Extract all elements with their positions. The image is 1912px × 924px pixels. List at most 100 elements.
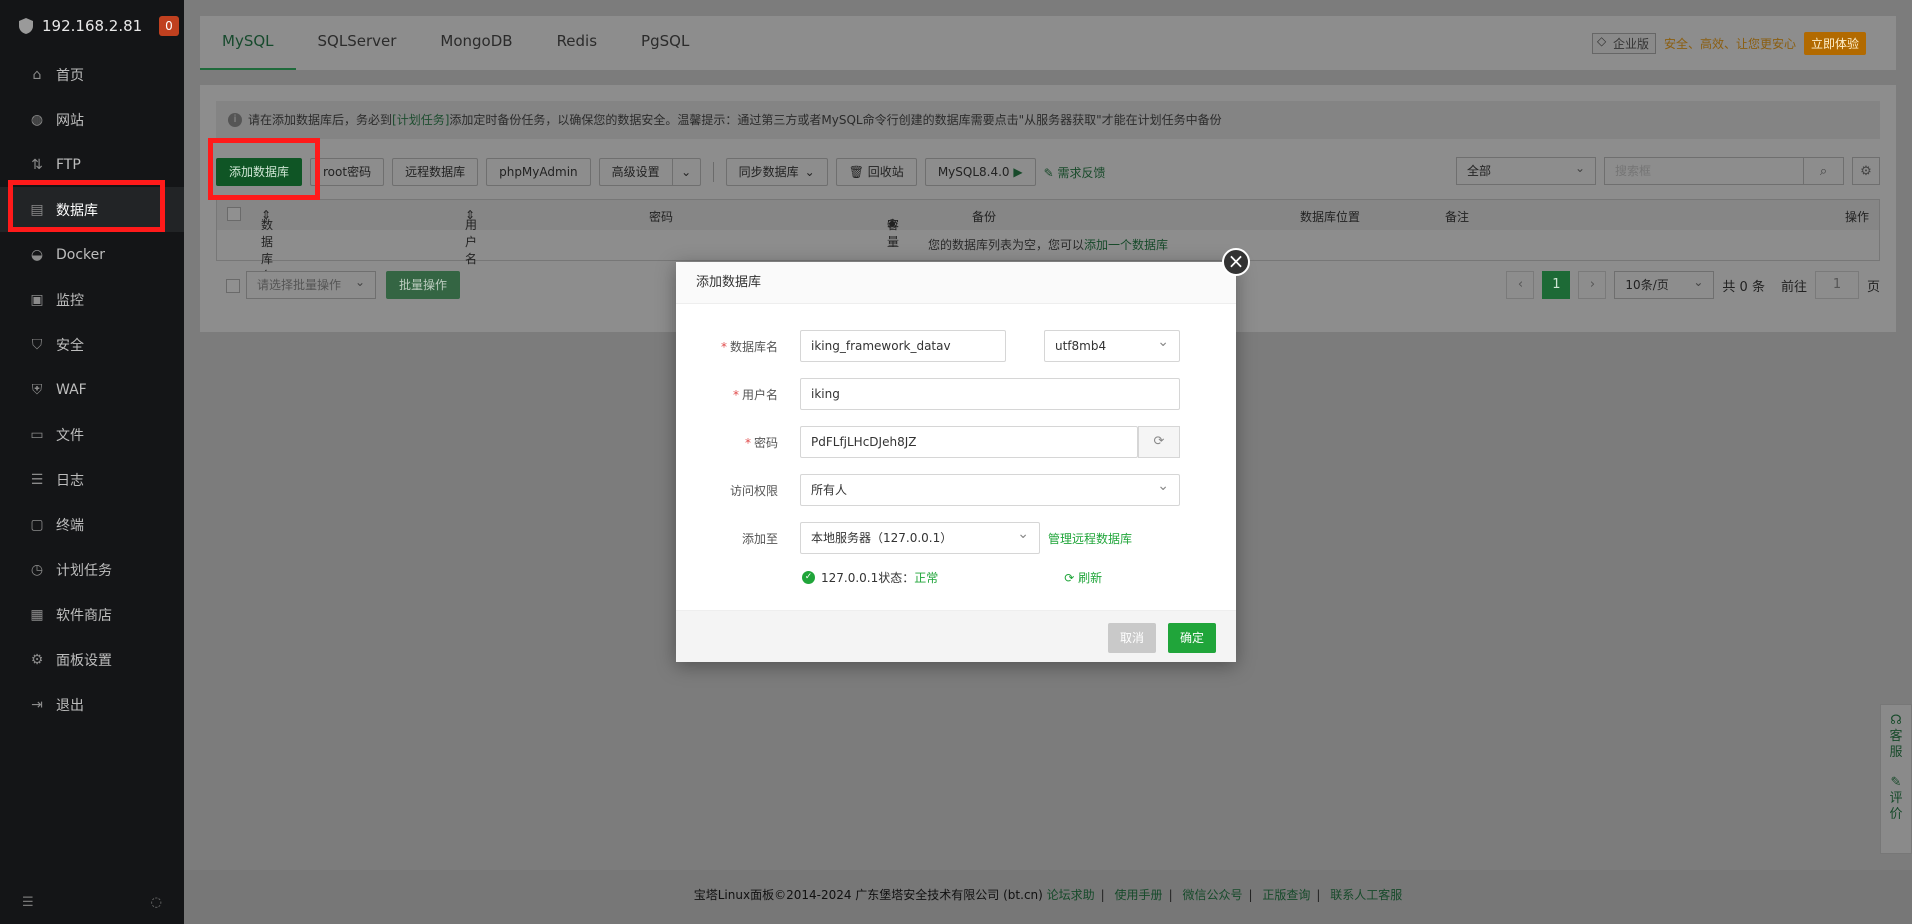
notification-badge[interactable]: 0: [159, 16, 179, 36]
sidebar-item[interactable]: ⌂ 首页: [0, 52, 184, 97]
tab-mongodb[interactable]: MongoDB: [418, 16, 534, 70]
db-name-label-text: 数据库名: [729, 340, 778, 354]
add-database-link[interactable]: 添加一个数据库: [1084, 238, 1168, 252]
sidebar-item[interactable]: ☰ 日志: [0, 457, 184, 502]
sync-database-button[interactable]: 同步数据库 ⌄: [725, 158, 828, 186]
sidebar-item-label: 软件商店: [56, 607, 112, 624]
gear-icon: ⚙: [30, 651, 44, 668]
page-size-select[interactable]: 10条/页: [1614, 269, 1715, 299]
sidebar-item[interactable]: ◷ 计划任务: [0, 547, 184, 592]
tab-redis[interactable]: Redis: [535, 16, 619, 70]
feedback-link[interactable]: ✎ 需求反馈: [1044, 164, 1106, 181]
prev-page-button[interactable]: ‹: [1506, 271, 1535, 299]
bulk-action-button[interactable]: 批量操作: [386, 271, 461, 299]
access-label: 访问权限: [729, 484, 778, 498]
highlight-database-nav: [8, 180, 165, 232]
play-icon: ▶: [1013, 165, 1023, 179]
db-name-input[interactable]: iking_framework_datav: [800, 330, 1006, 362]
server-select[interactable]: 本地服务器（127.0.0.1）: [800, 519, 1040, 554]
recycle-bin-button[interactable]: 🗑︎ 回收站: [835, 158, 917, 186]
regenerate-password-refresh-icon[interactable]: ⟳: [1138, 426, 1180, 458]
root-password-button[interactable]: root密码: [310, 158, 385, 186]
sidebar-nav: ⌂ 首页 ◍ 网站 ⇅ FTP ▤ 数据库 ◒ Docker ▣ 监控 ⛉ 安全 ⛨ WAF ▭ 文件 ☰ 日志 ▢ 终端…: [0, 52, 184, 727]
col-username-label: 用户名: [465, 218, 478, 266]
footer-link-wechat[interactable]: 微信公众号: [1182, 888, 1242, 902]
sidebar-item-label: 文件: [56, 427, 84, 444]
sidebar-item[interactable]: ▢ 终端: [0, 502, 184, 547]
theme-toggle-icon[interactable]: ◌: [151, 895, 162, 910]
advanced-settings-button[interactable]: 高级设置 ⌄: [598, 158, 701, 186]
add-to-row: 添加至 本地服务器（127.0.0.1） 管理远程数据库: [676, 519, 1236, 554]
sidebar-item[interactable]: ⇥ 退出: [0, 682, 184, 727]
sidebar-item[interactable]: ⛉ 安全: [0, 322, 184, 367]
col-username[interactable]: 用户名 ⇕: [465, 208, 477, 266]
sidebar-item[interactable]: ⚙ 面板设置: [0, 637, 184, 682]
customer-service-button[interactable]: 客服: [1881, 729, 1911, 761]
next-page-button[interactable]: ›: [1578, 271, 1607, 299]
refresh-label: 刷新: [1078, 571, 1103, 585]
page-number-current[interactable]: 1: [1542, 271, 1571, 299]
sidebar-item-label: 终端: [56, 517, 84, 534]
close-icon[interactable]: ×: [1222, 248, 1250, 276]
sidebar-header: 192.168.2.81 0: [0, 0, 184, 52]
tip-pre: 请在添加数据库后，务必到: [248, 113, 393, 127]
bulk-select-checkbox[interactable]: [226, 279, 240, 293]
tab-mysql[interactable]: MySQL: [200, 16, 296, 70]
sidebar-item[interactable]: ◍ 网站: [0, 97, 184, 142]
phpmyadmin-button[interactable]: phpMyAdmin: [486, 158, 591, 186]
sync-database-label: 同步数据库: [738, 165, 799, 179]
sidebar-item-label: 网站: [56, 112, 84, 129]
search-icon[interactable]: ⌕: [1803, 158, 1843, 184]
bulk-action-select[interactable]: 请选择批量操作: [246, 269, 376, 299]
empty-text: 您的数据库列表为空，您可以: [927, 238, 1084, 252]
category-filter-select[interactable]: 全部: [1456, 155, 1596, 185]
confirm-button[interactable]: 确定: [1167, 623, 1216, 653]
eye-icon[interactable]: ◉: [887, 216, 897, 230]
column-settings-gear-icon[interactable]: ⚙: [1852, 157, 1880, 185]
sidebar-item[interactable]: ▦ 软件商店: [0, 592, 184, 637]
sidebar-item[interactable]: ⛨ WAF: [0, 367, 184, 412]
manage-remote-db-link[interactable]: 管理远程数据库: [1048, 530, 1132, 547]
select-all-checkbox[interactable]: [227, 207, 241, 221]
rating-button[interactable]: 评价: [1881, 791, 1911, 823]
col-db-location: 数据库位置: [1300, 210, 1361, 224]
access-permission-select[interactable]: 所有人: [800, 471, 1180, 506]
collapse-menu-icon[interactable]: ☰: [22, 895, 34, 910]
search-input[interactable]: [1605, 158, 1803, 184]
sidebar-item[interactable]: ▭ 文件: [0, 412, 184, 457]
try-now-button[interactable]: 立即体验: [1803, 32, 1866, 55]
footer-link-license[interactable]: 正版查询: [1262, 888, 1310, 902]
status-refresh-link[interactable]: ⟳ 刷新: [1064, 569, 1102, 586]
tip-cron-link[interactable]: [计划任务]: [392, 113, 449, 127]
footer-link-support[interactable]: 联系人工客服: [1330, 888, 1402, 902]
sidebar-item-label: 日志: [56, 472, 84, 489]
advanced-settings-label: 高级设置: [611, 165, 660, 179]
col-password: 密码: [649, 210, 674, 224]
goto-page-input[interactable]: 1: [1814, 271, 1859, 299]
info-icon: i: [228, 113, 242, 127]
db-type-tabs: MySQL SQLServer MongoDB Redis PgSQL 企业版 …: [200, 16, 1896, 70]
footer-link-forum[interactable]: 论坛求助: [1047, 888, 1095, 902]
home-icon: ⌂: [32, 66, 42, 83]
password-label: * 密码: [744, 436, 778, 450]
footer-link-manual[interactable]: 使用手册: [1115, 888, 1163, 902]
password-input[interactable]: PdFLfjLHcDJeh8JZ: [800, 426, 1138, 458]
chevron-down-icon[interactable]: ⌄: [671, 159, 700, 185]
cancel-button[interactable]: 取消: [1107, 623, 1156, 653]
tab-sqlserver[interactable]: SQLServer: [296, 16, 419, 70]
mysql-version-button[interactable]: MySQL8.4.0 ▶: [924, 158, 1036, 186]
chevron-down-icon: ⌄: [804, 165, 815, 179]
toolbar-divider: [712, 162, 714, 182]
username-input[interactable]: iking: [800, 378, 1180, 410]
enterprise-promo: 企业版 安全、高效、让您更安心 立即体验: [1591, 32, 1866, 55]
check-circle-icon: ✓: [802, 571, 815, 584]
trash-icon: 🗑︎: [848, 165, 868, 179]
status-label: 127.0.0.1状态：: [821, 571, 915, 585]
charset-select[interactable]: utf8mb4: [1044, 327, 1180, 362]
col-db-name[interactable]: 数据库名 ⇕: [261, 208, 273, 283]
sidebar-item[interactable]: ◒ Docker: [0, 232, 184, 277]
remote-database-button[interactable]: 远程数据库: [392, 158, 479, 186]
sidebar-item[interactable]: ▣ 监控: [0, 277, 184, 322]
database-table: 数据库名 ⇕ 用户名 ⇕ 密码 容量 ◉ 备份 数据库位置 备注 操作 您的数据…: [216, 199, 1880, 283]
tab-pgsql[interactable]: PgSQL: [619, 16, 711, 70]
